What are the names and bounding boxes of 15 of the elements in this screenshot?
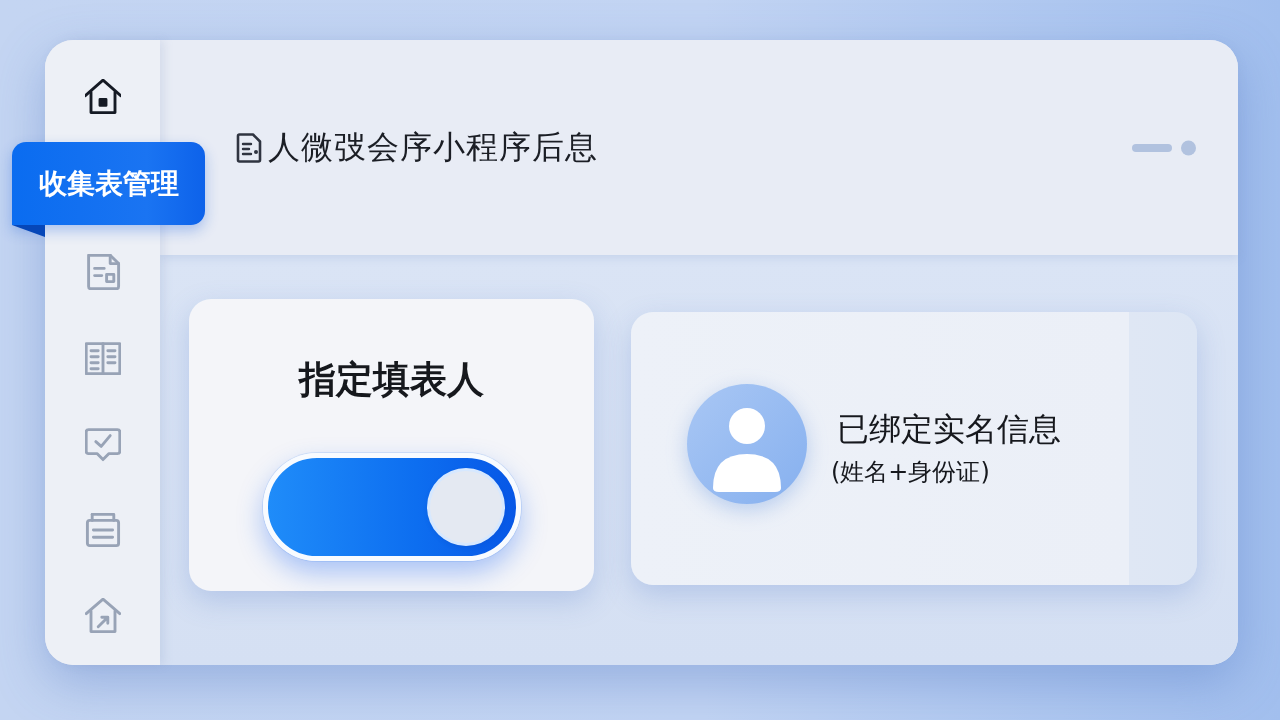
page-title: 人微弢会序小程序后息 bbox=[268, 126, 598, 168]
setting-title: 指定填表人 bbox=[299, 357, 484, 403]
pill-dot-icon bbox=[1132, 139, 1196, 156]
book-icon[interactable] bbox=[84, 340, 121, 376]
chat-check-icon[interactable] bbox=[84, 426, 121, 462]
document-icon bbox=[236, 132, 262, 163]
sidebar-tab[interactable]: 收集表管理 bbox=[12, 142, 205, 225]
house-arrow-icon[interactable] bbox=[84, 598, 121, 634]
identity-title: 已绑定实名信息 bbox=[837, 408, 1061, 450]
form-icon[interactable] bbox=[84, 254, 121, 290]
home-icon[interactable] bbox=[84, 79, 121, 115]
notepad-icon[interactable] bbox=[84, 512, 121, 548]
ribbon-fold-icon bbox=[12, 225, 45, 237]
identity-subtitle: (姓名+身份证) bbox=[831, 456, 991, 488]
toggle-switch[interactable] bbox=[262, 453, 521, 561]
